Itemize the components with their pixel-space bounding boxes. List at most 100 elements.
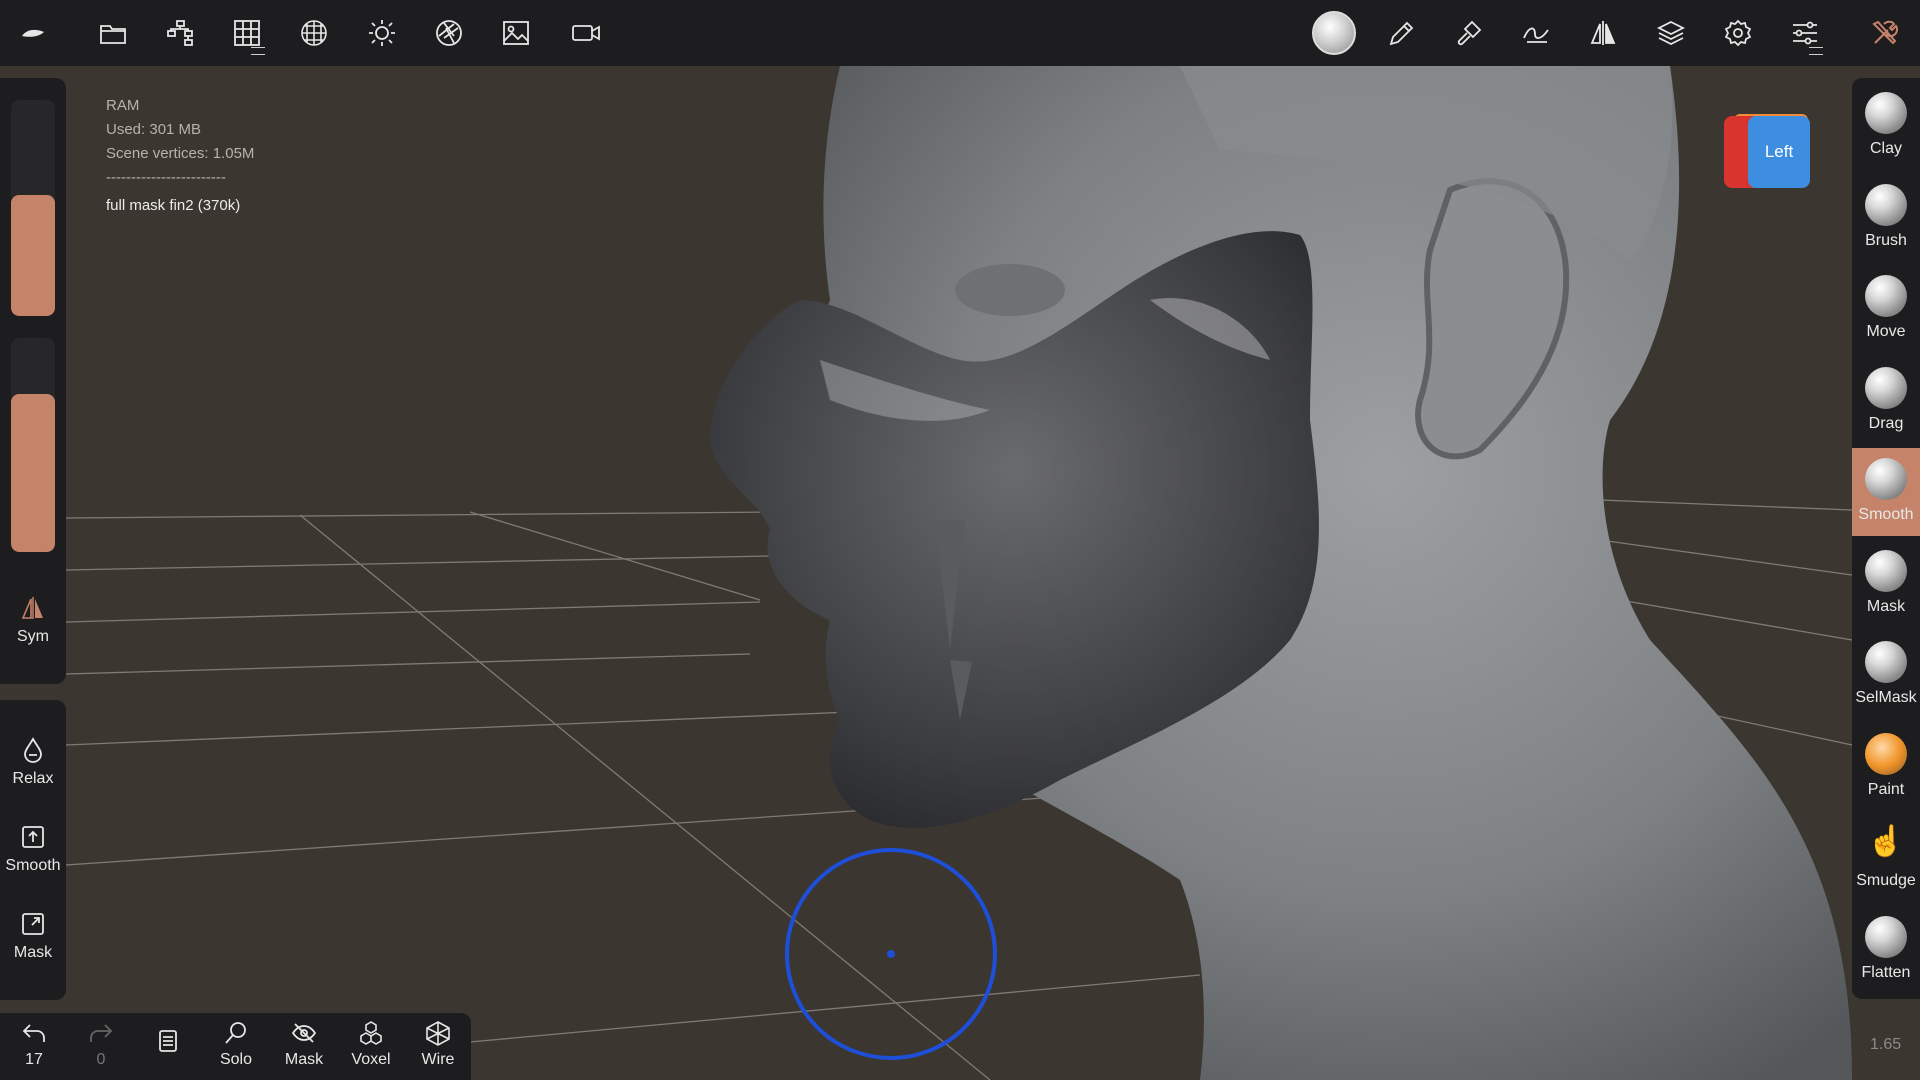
brush-label: Brush [1865,231,1907,249]
voxel-label: Voxel [351,1051,391,1068]
brush-paint[interactable]: Paint [1852,723,1920,811]
brush-panel: Clay Brush Move Drag Smooth Mask SelMask Paint ☝… [1852,78,1920,999]
radius-slider-fill [11,195,55,316]
brush-label: Move [1866,323,1906,340]
view-cube[interactable]: Left [1724,114,1812,190]
brush-selmask[interactable]: SelMask [1852,631,1920,719]
voxel-cubes-icon [360,1021,382,1045]
intensity-slider-fill [11,393,55,552]
sliders-icon[interactable] [1781,9,1829,57]
mask-box-icon [22,913,44,935]
brush-clay[interactable]: Clay [1852,82,1920,170]
relax-label: Relax [12,770,54,787]
upload-box-icon [22,826,44,848]
top-toolbar [0,0,1920,66]
smooth-tool-label: Smooth [5,857,61,874]
move-brush-icon [1865,275,1907,317]
scene-vertices: Scene vertices: 1.05M [106,145,255,162]
eye-off-icon [291,1023,317,1043]
brush-label: Clay [1869,140,1902,157]
topology-icon[interactable] [290,9,338,57]
stroke-icon[interactable] [1512,9,1560,57]
smudge-brush-icon: ☝ [1867,825,1905,858]
grid-icon[interactable] [223,9,271,57]
tools-icon[interactable] [1861,9,1909,57]
file-name: full mask fin2 (370k) [106,197,241,214]
brush-label: Smudge [1856,872,1916,889]
scene-tree-icon[interactable] [156,9,204,57]
brush-label: Mask [1866,597,1906,615]
image-icon[interactable] [492,9,540,57]
folder-icon[interactable] [89,9,137,57]
brush-brush-icon [1865,183,1907,226]
bottom-toolbar: 17 0 Solo Mask Voxel Wire [0,1013,471,1080]
solo-button[interactable]: Solo [204,1019,268,1069]
layers-icon[interactable] [1647,9,1695,57]
smooth-brush-icon [1865,458,1907,500]
brush-brush[interactable]: Brush [1852,174,1920,262]
ram-used: Used: 301 MB [106,121,202,138]
light-icon[interactable] [358,9,406,57]
notes-icon [159,1030,177,1052]
redo-count: 0 [96,1051,106,1068]
brush-smudge[interactable]: ☝ Smudge [1852,814,1920,902]
aperture-icon[interactable] [425,9,473,57]
flatten-brush-icon [1865,915,1907,958]
voxel-button[interactable]: Voxel [339,1019,403,1069]
selmask-brush-icon [1865,641,1907,683]
wireframe-icon [426,1021,450,1046]
sym-label: Sym [17,628,49,645]
clay-brush-icon [1865,92,1907,134]
settings-icon[interactable] [1714,9,1762,57]
intensity-slider[interactable] [11,338,55,552]
scene-render [65,66,1853,1080]
radius-slider[interactable] [11,100,55,316]
brush-label: Smooth [1858,506,1914,523]
mask-label: Mask [284,1051,324,1068]
brush-label: Drag [1868,414,1904,432]
mask-tool-button[interactable]: Mask [0,910,66,962]
wire-label: Wire [421,1051,455,1068]
paint-brush-icon[interactable] [1445,9,1493,57]
undo-icon [22,1024,45,1042]
symmetry-icon[interactable] [1579,9,1627,57]
brush-smooth[interactable]: Smooth [1852,448,1920,536]
paint-brush-icon [1865,732,1907,775]
droplet-icon [24,737,42,763]
brush-move[interactable]: Move [1852,265,1920,353]
notes-button[interactable] [136,1027,200,1055]
redo-icon [90,1024,113,1042]
wire-button[interactable]: Wire [406,1019,470,1069]
brush-label: Flatten [1861,963,1911,981]
mask-visibility-button[interactable]: Mask [272,1019,336,1069]
brush-drag[interactable]: Drag [1852,357,1920,445]
relax-button[interactable]: Relax [0,736,66,788]
app-logo-icon[interactable] [9,9,57,57]
view-cube-face: Left [1748,116,1810,188]
brush-material-icon[interactable] [1310,9,1358,57]
mask-brush-icon [1865,549,1907,592]
info-separator: ------------------------ [106,169,226,186]
sym-button[interactable]: Sym [0,594,66,646]
ram-title: RAM [106,97,140,114]
left-tool-panel: Relax Smooth Mask [0,700,66,1000]
brush-label: SelMask [1855,689,1917,706]
3d-viewport[interactable] [0,0,1920,1080]
search-icon [225,1022,246,1044]
brush-flatten[interactable]: Flatten [1852,906,1920,994]
drag-brush-icon [1865,366,1907,409]
solo-label: Solo [219,1051,253,1068]
symmetry-icon [21,597,43,619]
zoom-level: 1.65 [1870,1036,1902,1053]
smooth-tool-button[interactable]: Smooth [0,823,66,875]
scene-info: RAM Used: 301 MB Scene vertices: 1.05M -… [106,94,254,218]
left-slider-panel: Sym [0,78,66,684]
mask-tool-label: Mask [13,944,53,961]
undo-count: 17 [25,1051,43,1068]
brush-label: Paint [1867,780,1905,798]
redo-button[interactable]: 0 [69,1019,133,1069]
brush-mask[interactable]: Mask [1852,540,1920,628]
undo-button[interactable]: 17 [2,1019,66,1069]
video-camera-icon[interactable] [562,9,610,57]
pen-icon[interactable] [1378,9,1426,57]
